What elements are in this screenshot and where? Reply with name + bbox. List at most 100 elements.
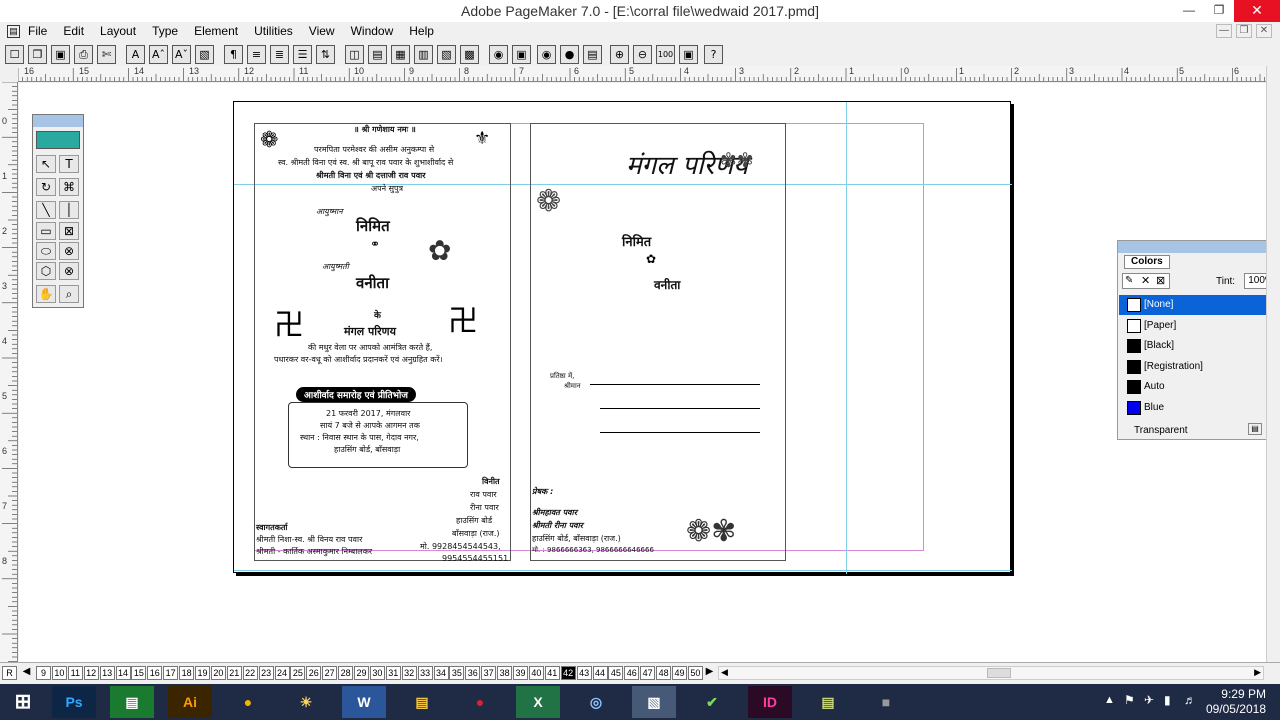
color-swatch-registration[interactable]: [Registration]: [1119, 357, 1279, 377]
align-center-button[interactable]: ≣: [270, 45, 289, 64]
taskbar-word[interactable]: W: [342, 686, 386, 718]
page-icon-26[interactable]: 26: [306, 666, 322, 680]
new-doc-button[interactable]: ☐: [5, 45, 24, 64]
group-button[interactable]: ▥: [414, 45, 433, 64]
page-icon-11[interactable]: 11: [67, 666, 83, 680]
copy-button[interactable]: ◫: [345, 45, 364, 64]
page-icon-35[interactable]: 35: [449, 666, 465, 680]
save-button[interactable]: ▣: [51, 45, 70, 64]
rectangle-frame-tool-icon[interactable]: ⊠: [59, 222, 79, 240]
page-icon-20[interactable]: 20: [210, 666, 226, 680]
pasteboard[interactable]: ❁ ⚜ ॥ श्री गणेशाय नमः ॥ परमपिता परमेश्वर…: [19, 83, 1266, 662]
page-icon-18[interactable]: 18: [179, 666, 195, 680]
font-shrink-button[interactable]: Aˇ: [172, 45, 191, 64]
taskbar-excel[interactable]: X: [516, 686, 560, 718]
page-icon-23[interactable]: 23: [258, 666, 274, 680]
scroll-left-icon[interactable]: ◀: [721, 667, 728, 678]
page-icon-19[interactable]: 19: [195, 666, 210, 680]
toolbox-header[interactable]: [33, 115, 83, 127]
taskbar-pagemaker[interactable]: ▧: [632, 686, 676, 718]
taskbar-opera[interactable]: ●: [458, 686, 502, 718]
prev-pages-arrow-icon[interactable]: ◀: [19, 666, 34, 680]
wrap-button[interactable]: ▣: [512, 45, 531, 64]
pointer-tool-icon[interactable]: ↖: [36, 155, 56, 173]
taskbar-app[interactable]: ☀: [284, 686, 328, 718]
toolbox-palette[interactable]: ↖ T ↻ ⌘ ╲ │ ▭ ⊠ ⬭ ⊗ ⬡ ⊗ ✋ ⌕: [32, 114, 84, 308]
page-icon-36[interactable]: 36: [465, 666, 481, 680]
next-pages-arrow-icon[interactable]: ▶: [702, 666, 717, 680]
color-swatch-none[interactable]: [None]: [1119, 295, 1279, 315]
page-icon-24[interactable]: 24: [274, 666, 290, 680]
page-icon-49[interactable]: 49: [672, 666, 687, 680]
colors-tab[interactable]: Colors: [1124, 255, 1170, 269]
menu-layout[interactable]: Layout: [100, 24, 136, 38]
color-swatch-blue[interactable]: Blue: [1119, 398, 1279, 418]
page-icon-43[interactable]: 43: [576, 666, 592, 680]
print-button[interactable]: ⎙: [74, 45, 93, 64]
pdf-button[interactable]: ▤: [583, 45, 602, 64]
page-icon-28[interactable]: 28: [338, 666, 354, 680]
page-icon-48[interactable]: 48: [656, 666, 672, 680]
color-swatch-paper[interactable]: [Paper]: [1119, 316, 1279, 336]
reverse-page-button[interactable]: R: [2, 666, 17, 680]
color-swatch-auto[interactable]: Auto: [1119, 377, 1279, 397]
taskbar-chrome[interactable]: ●: [226, 686, 270, 718]
taskbar-camera[interactable]: ◎: [574, 686, 618, 718]
taskbar-app-4[interactable]: ■: [864, 686, 908, 718]
taskbar-store[interactable]: ▤: [110, 686, 154, 718]
close-button[interactable]: ✕: [1234, 0, 1280, 22]
scroll-right-icon[interactable]: ▶: [1254, 667, 1261, 678]
menu-view[interactable]: View: [309, 24, 335, 38]
line-tool-icon[interactable]: ╲: [36, 201, 56, 219]
taskbar-indesign[interactable]: ID: [748, 686, 792, 718]
frame-button[interactable]: ▦: [391, 45, 410, 64]
taskbar-illustrator[interactable]: Ai: [168, 686, 212, 718]
minimize-button[interactable]: —: [1174, 0, 1204, 22]
text-tool-icon[interactable]: T: [59, 155, 79, 173]
start-button[interactable]: ⊞: [0, 686, 46, 718]
paste-button[interactable]: ▤: [368, 45, 387, 64]
right-panel[interactable]: [530, 123, 786, 561]
page-icon-22[interactable]: 22: [242, 666, 258, 680]
color-swatch-black[interactable]: [Black]: [1119, 336, 1279, 356]
actual-size-button[interactable]: 100: [656, 45, 675, 64]
menu-type[interactable]: Type: [152, 24, 178, 38]
horizontal-ruler[interactable]: 16 15 14 13 12 11 10 9 8 7 6 5 4 3 2 1 0…: [18, 66, 1280, 82]
airplane-icon[interactable]: ✈: [1144, 693, 1154, 707]
menu-edit[interactable]: Edit: [63, 24, 84, 38]
menu-help[interactable]: Help: [409, 24, 434, 38]
page-icon-31[interactable]: 31: [385, 666, 401, 680]
page-icon-25[interactable]: 25: [290, 666, 306, 680]
tray-arrow-icon[interactable]: ▲: [1104, 694, 1115, 706]
spell-check-button[interactable]: ◉: [537, 45, 556, 64]
page-icon-40[interactable]: 40: [528, 666, 544, 680]
vertical-ruler[interactable]: 0 1 2 3 4 5 6 7 8: [0, 82, 18, 662]
align-left-button[interactable]: ≡: [247, 45, 266, 64]
font-button[interactable]: A: [126, 45, 145, 64]
colors-palette[interactable]: Colors ✎ ✕ ⊠ Tint: 100% [None] [Paper] […: [1117, 240, 1280, 440]
clock[interactable]: 9:29 PM 09/05/2018: [1206, 687, 1266, 717]
flag-icon[interactable]: ⚑: [1124, 693, 1135, 707]
page-icon-37[interactable]: 37: [481, 666, 497, 680]
crop-tool-icon[interactable]: ⌘: [59, 178, 79, 196]
ellipse-tool-icon[interactable]: ⬭: [36, 242, 56, 260]
ellipse-frame-tool-icon[interactable]: ⊗: [59, 242, 79, 260]
rotate-tool-icon[interactable]: ↻: [36, 178, 56, 196]
page-icon-46[interactable]: 46: [624, 666, 640, 680]
document-menu-icon[interactable]: ▤: [7, 25, 20, 38]
taskbar-app-3[interactable]: ▤: [806, 686, 850, 718]
page-icon-45[interactable]: 45: [608, 666, 624, 680]
polygon-tool-icon[interactable]: ⬡: [36, 262, 56, 280]
scroll-thumb[interactable]: [987, 668, 1011, 678]
page-icon-13[interactable]: 13: [99, 666, 115, 680]
doc-minimize-button[interactable]: —: [1216, 24, 1232, 38]
page-icon-29[interactable]: 29: [354, 666, 369, 680]
page-icon-14[interactable]: 14: [115, 666, 131, 680]
fit-window-button[interactable]: ▣: [679, 45, 698, 64]
bullets-button[interactable]: ☰: [293, 45, 312, 64]
page-spread[interactable]: ❁ ⚜ ॥ श्री गणेशाय नमः ॥ परमपिता परमेश्वर…: [233, 101, 1012, 574]
indent-button[interactable]: ⇅: [316, 45, 335, 64]
find-button[interactable]: ✄: [97, 45, 116, 64]
both-icon[interactable]: ⊠: [1156, 274, 1165, 287]
volume-icon[interactable]: ♬: [1184, 693, 1196, 707]
